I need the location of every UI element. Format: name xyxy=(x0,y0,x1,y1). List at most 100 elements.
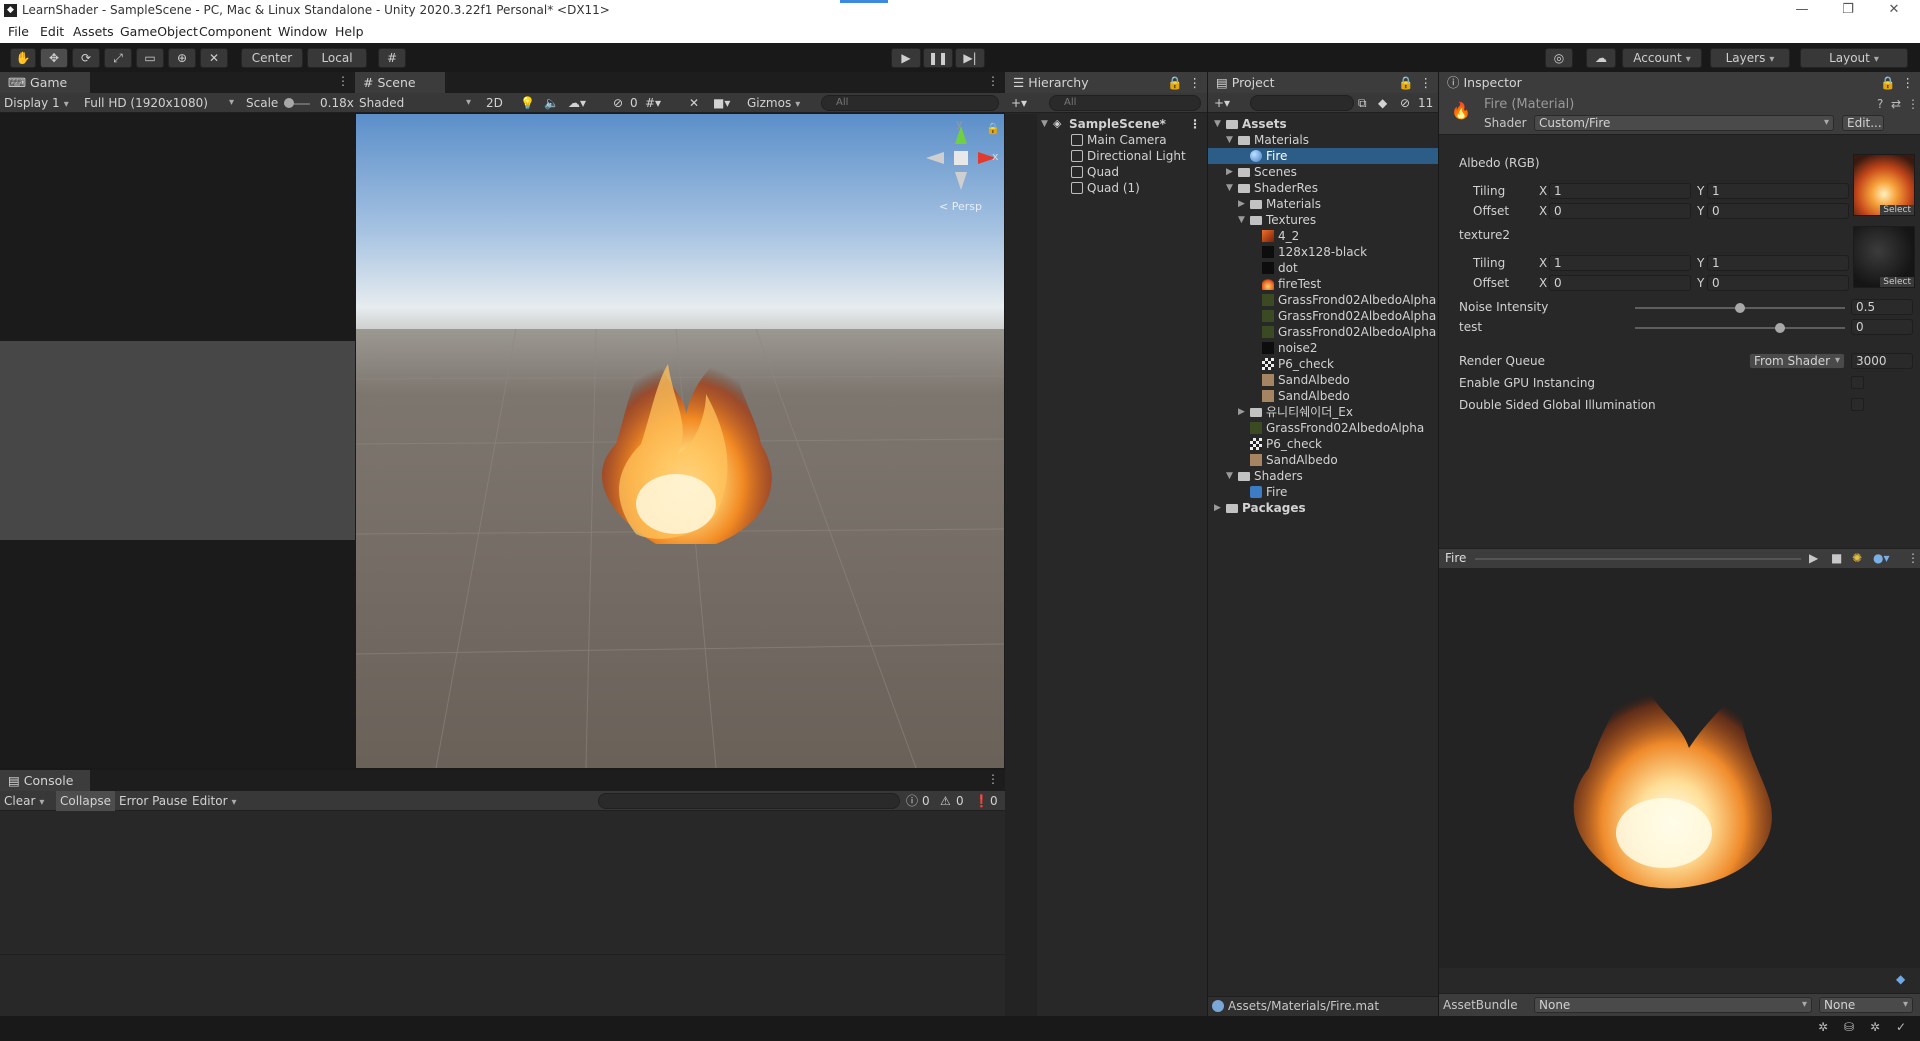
gizmos-dropdown[interactable]: Gizmos xyxy=(747,95,800,111)
project-item[interactable]: ▶ Materials xyxy=(1208,196,1438,212)
shading-dropdown[interactable]: Shaded ▾ xyxy=(359,95,471,111)
hierarchy-item[interactable]: Main Camera xyxy=(1005,132,1207,148)
menu-edit[interactable]: Edit xyxy=(40,24,64,39)
lock-icon[interactable]: 🔒 xyxy=(1880,72,1896,93)
texture2-offset-y-field[interactable]: 0 xyxy=(1707,275,1849,291)
display-dropdown[interactable]: Display 1 xyxy=(4,95,69,111)
scene-menu-icon[interactable]: ⋮ xyxy=(987,74,999,88)
test-slider[interactable] xyxy=(1635,327,1845,329)
shader-dropdown[interactable]: Custom/Fire ▾ xyxy=(1534,115,1834,131)
preview-sphere-icon[interactable]: ●▾ xyxy=(1873,551,1890,565)
project-item[interactable]: ▶ Packages xyxy=(1208,500,1438,516)
lock-icon[interactable]: 🔒 xyxy=(986,122,1000,135)
collapse-arrow-icon[interactable]: ▼ xyxy=(1214,116,1221,132)
tab-console[interactable]: ▤ Console xyxy=(0,770,90,791)
assetbundle-variant-dropdown[interactable]: None ▾ xyxy=(1819,997,1913,1013)
collapse-arrow-icon[interactable]: ▼ xyxy=(1226,132,1233,148)
menu-window[interactable]: Window xyxy=(278,24,327,39)
create-plus-icon[interactable]: +▾ xyxy=(1214,95,1230,111)
hierarchy-item[interactable]: ▼ ◈ SampleScene* ⋮ xyxy=(1005,116,1207,132)
expand-arrow-icon[interactable]: ▶ xyxy=(1238,196,1245,212)
test-field[interactable]: 0 xyxy=(1851,319,1913,335)
move-tool-icon[interactable]: ✥ xyxy=(40,48,68,68)
error-icon[interactable]: ❗ xyxy=(974,793,989,809)
console-splitter[interactable] xyxy=(0,954,1005,955)
tab-scene[interactable]: # Scene xyxy=(355,72,445,93)
step-button[interactable]: ▶| xyxy=(955,48,985,68)
preview-light-icon[interactable]: ✺ xyxy=(1852,551,1862,565)
rect-tool-icon[interactable]: ▭ xyxy=(136,48,164,68)
maximize-button[interactable]: ❐ xyxy=(1828,0,1868,22)
project-item[interactable]: P6_check xyxy=(1208,436,1438,452)
project-item[interactable]: SandAlbedo xyxy=(1208,452,1438,468)
collapse-arrow-icon[interactable]: ▼ xyxy=(1226,468,1233,484)
filter-type-icon[interactable]: ⧉ xyxy=(1358,95,1367,111)
hierarchy-menu-icon[interactable]: ⋮ xyxy=(1189,72,1202,93)
status-check-icon[interactable]: ✓ xyxy=(1896,1020,1906,1034)
hidden-packages-icon[interactable]: ⊘ xyxy=(1400,95,1410,111)
component-menu-icon[interactable]: ⋮ xyxy=(1907,97,1919,111)
tab-inspector[interactable]: ⓘ Inspector 🔒 ⋮ xyxy=(1439,72,1920,93)
gpu-instancing-checkbox[interactable] xyxy=(1851,376,1864,389)
project-item[interactable]: Fire xyxy=(1208,148,1438,164)
preview-splitter[interactable] xyxy=(1475,558,1801,560)
project-item[interactable]: noise2 xyxy=(1208,340,1438,356)
render-queue-mode-dropdown[interactable]: From Shader ▾ xyxy=(1749,353,1845,369)
rotate-tool-icon[interactable]: ⟳ xyxy=(72,48,100,68)
project-item[interactable]: ▼ Textures xyxy=(1208,212,1438,228)
create-plus-icon[interactable]: +▾ xyxy=(1011,95,1027,111)
tab-hierarchy[interactable]: ☰ Hierarchy 🔒 ⋮ xyxy=(1005,72,1207,93)
editor-dropdown[interactable]: Editor xyxy=(192,793,237,809)
render-queue-field[interactable]: 3000 xyxy=(1851,353,1913,369)
scene-search-input[interactable]: All xyxy=(821,95,999,111)
close-button[interactable]: ✕ xyxy=(1874,0,1914,22)
log-icon[interactable]: ⓘ xyxy=(906,793,918,809)
menu-file[interactable]: File xyxy=(8,24,29,39)
layout-dropdown[interactable]: Layout xyxy=(1800,48,1908,68)
menu-assets[interactable]: Assets xyxy=(73,24,114,39)
expand-arrow-icon[interactable]: ▶ xyxy=(1238,404,1245,420)
material-preview[interactable] xyxy=(1439,568,1920,968)
play-button[interactable]: ▶ xyxy=(891,48,921,68)
camera-icon[interactable]: ■▾ xyxy=(713,95,730,111)
project-menu-icon[interactable]: ⋮ xyxy=(1420,72,1433,93)
game-menu-icon[interactable]: ⋮ xyxy=(337,74,349,88)
custom-tool-icon[interactable]: ✕ xyxy=(200,48,228,68)
noise-intensity-knob[interactable] xyxy=(1735,303,1745,313)
grid-snap-icon[interactable]: # xyxy=(378,48,406,68)
pivot-center-button[interactable]: Center xyxy=(241,48,303,68)
texture2-tiling-y-field[interactable]: 1 xyxy=(1707,255,1849,271)
preset-icon[interactable]: ⇄ xyxy=(1891,97,1901,111)
lighting-icon[interactable]: 💡 xyxy=(520,95,535,111)
help-icon[interactable]: ? xyxy=(1877,97,1883,111)
albedo-texture-slot[interactable]: Select xyxy=(1853,154,1915,216)
project-item[interactable]: SandAlbedo xyxy=(1208,388,1438,404)
project-item[interactable]: ▼ Materials xyxy=(1208,132,1438,148)
warning-icon[interactable]: ⚠ xyxy=(940,793,951,809)
status-cache-icon[interactable]: ⛁ xyxy=(1844,1020,1854,1034)
scene-viewport[interactable]: y x < Persp 🔒 xyxy=(356,114,1004,768)
texture2-slot[interactable]: Select xyxy=(1853,226,1915,288)
scale-tool-icon[interactable]: ⤢ xyxy=(104,48,132,68)
status-progress-icon[interactable]: ✲ xyxy=(1870,1020,1880,1034)
project-item[interactable]: P6_check xyxy=(1208,356,1438,372)
preview-cube-icon[interactable]: ■ xyxy=(1831,551,1842,565)
hierarchy-item[interactable]: Quad xyxy=(1005,164,1207,180)
project-item[interactable]: ▼ Assets xyxy=(1208,116,1438,132)
project-item[interactable]: GrassFrond02AlbedoAlpha xyxy=(1208,324,1438,340)
menu-gameobject[interactable]: GameObject xyxy=(120,24,198,39)
hand-tool-icon[interactable]: ✋ xyxy=(10,48,36,68)
albedo-offset-y-field[interactable]: 0 xyxy=(1707,203,1849,219)
hidden-objects-icon[interactable]: ⊘ xyxy=(613,95,623,111)
tab-project[interactable]: ▤ Project 🔒 ⋮ xyxy=(1208,72,1438,93)
expand-arrow-icon[interactable]: ▶ xyxy=(1226,164,1233,180)
shader-edit-button[interactable]: Edit... xyxy=(1842,115,1884,131)
project-item[interactable]: GrassFrond02AlbedoAlpha xyxy=(1208,420,1438,436)
project-item[interactable]: 128x128-black xyxy=(1208,244,1438,260)
pause-button[interactable]: ❚❚ xyxy=(923,48,953,68)
collapse-button[interactable]: Collapse xyxy=(56,791,115,811)
project-item[interactable]: ▼ Shaders xyxy=(1208,468,1438,484)
scene-menu-icon[interactable]: ⋮ xyxy=(1189,116,1201,132)
albedo-select-button[interactable]: Select xyxy=(1880,205,1914,215)
pivot-local-button[interactable]: Local xyxy=(307,48,367,68)
